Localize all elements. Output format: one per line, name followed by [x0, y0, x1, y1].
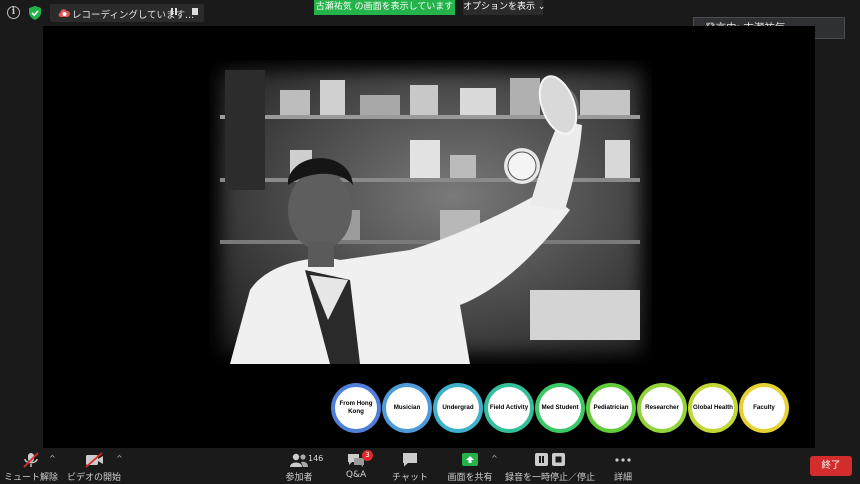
more-label: 詳細 — [613, 473, 632, 483]
qa-label: Q&A — [345, 470, 367, 480]
participants-count: 146 — [308, 454, 324, 463]
video-off-icon — [85, 452, 103, 468]
chat-icon — [403, 453, 417, 467]
more-dots-icon — [615, 458, 631, 462]
timeline-node-musician: Musician — [384, 385, 430, 431]
view-options-button[interactable]: オプションを表示 ⌄ — [463, 0, 546, 15]
timeline-node-faculty: Faculty — [741, 385, 787, 431]
end-meeting-button[interactable]: 終了 — [810, 456, 852, 476]
start-video-button[interactable]: ビデオの開始 — [66, 448, 122, 484]
view-options-label: オプションを表示 — [463, 2, 536, 12]
share-screen-label: 画面を共有 — [447, 473, 493, 483]
timeline-node-field-activity: Field Activity — [486, 385, 532, 431]
presentation-photo — [210, 60, 652, 364]
timeline-node-med-student: Med Student — [537, 385, 583, 431]
share-screen-icon — [462, 453, 478, 466]
microphone-muted-icon — [23, 452, 39, 468]
more-button[interactable]: 詳細 — [606, 448, 640, 484]
stop-icon — [192, 8, 198, 15]
participants-label: 参加者 — [285, 473, 313, 483]
qa-badge: 3 — [362, 450, 373, 461]
chevron-down-icon: ⌄ — [537, 2, 546, 12]
career-timeline: From Hong Kong Musician Undergrad Field … — [333, 385, 793, 431]
lab-scene-illustration — [220, 70, 640, 364]
timeline-node-pediatrician: Pediatrician — [588, 385, 634, 431]
share-options-caret[interactable]: ^ — [491, 454, 498, 463]
timeline-node-from-hong-kong: From Hong Kong — [333, 385, 379, 431]
pause-recording-button[interactable] — [167, 5, 183, 19]
shield-check-icon[interactable] — [29, 6, 41, 20]
recording-controls-button[interactable]: 録音を一時停止／停止 — [505, 448, 595, 484]
unmute-label: ミュート解除 — [4, 473, 59, 483]
cloud-record-icon — [58, 9, 71, 17]
pause-icon — [171, 8, 177, 15]
recording-controls-label: 録音を一時停止／停止 — [505, 473, 596, 483]
pause-stop-recording-icon — [535, 453, 565, 466]
share-screen-button[interactable]: 画面を共有 — [446, 448, 494, 484]
info-icon[interactable]: i — [7, 6, 20, 19]
screen-share-banner: 古瀬祐気 の画面を表示しています — [314, 0, 455, 15]
timeline-node-researcher: Researcher — [639, 385, 685, 431]
video-options-caret[interactable]: ^ — [116, 454, 123, 463]
timeline-node-global-health: Global Health — [690, 385, 736, 431]
audio-options-caret[interactable]: ^ — [49, 454, 56, 463]
participants-icon — [290, 453, 308, 467]
start-video-label: ビデオの開始 — [66, 473, 121, 483]
chat-button[interactable]: チャット — [389, 448, 431, 484]
meeting-toolbar: ミュート解除 ^ ビデオの開始 ^ 参加者 146 Q&A 3 チャット 画面を… — [0, 448, 860, 484]
chat-label: チャット — [392, 473, 428, 483]
timeline-node-undergrad: Undergrad — [435, 385, 481, 431]
stop-recording-button[interactable] — [187, 5, 203, 19]
